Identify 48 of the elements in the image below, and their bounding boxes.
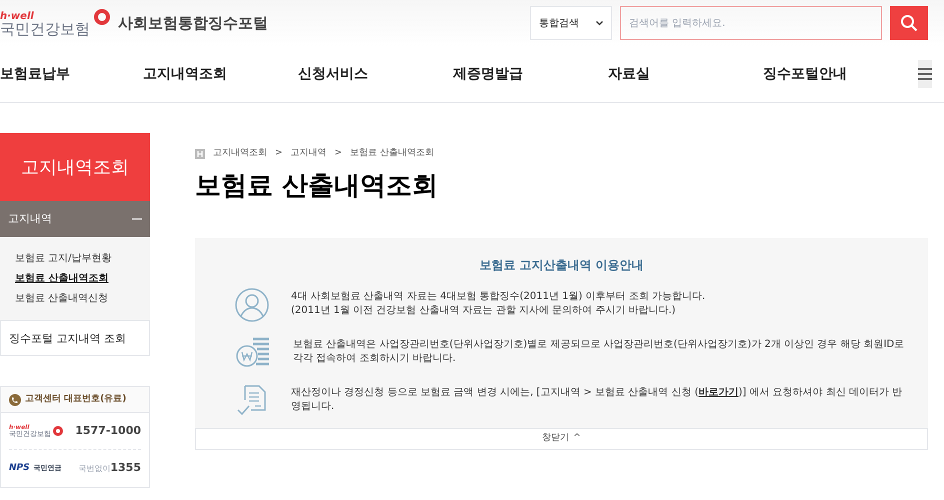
nav-link[interactable]: 징수포털안내	[763, 64, 918, 84]
sidebar-item[interactable]: 보험료 산출내역조회	[15, 271, 135, 286]
shortcut-link[interactable]: 바로가기	[698, 386, 739, 398]
coin-stack-icon	[235, 336, 271, 370]
sidebar-title: 고지내역조회	[0, 133, 150, 201]
nav-link[interactable]: 고지내역조회	[143, 64, 298, 84]
notice-text: 보험료 산출내역은 사업장관리번호(단위사업장기호)별로 제공되므로 사업장관리번호(단위사업장기호)가 2개 이상인 경우 해당 회원ID로 각각 접속하여 조회하시기 바랍니다.	[293, 338, 906, 366]
logo-tag: h·well	[0, 12, 90, 22]
close-button[interactable]: 창닫기 ^	[195, 428, 928, 450]
person-icon	[235, 288, 269, 322]
caret-icon: ^	[573, 432, 581, 446]
logo-mark-icon	[94, 9, 110, 25]
nav-link[interactable]: 자료실	[608, 64, 763, 84]
menu-icon	[918, 68, 932, 80]
nav-link[interactable]: 보험료납부	[0, 64, 143, 84]
search-scope-select[interactable]: 통합검색	[530, 6, 612, 40]
breadcrumb-link[interactable]: 보험료 산출내역조회	[350, 147, 434, 160]
phone-prefix: 국번없이	[78, 463, 110, 476]
nav-link[interactable]: 제증명발급	[453, 64, 608, 84]
phone-number: 1577-1000	[75, 422, 141, 439]
logo-tag: NPS	[9, 462, 30, 476]
notice-text: 4대 사회보험료 산출내역 자료는 4대보험 통합징수(2011년 1월) 이후부터 조회 가능합니다.	[291, 290, 706, 304]
notice-text: (2011년 1월 이전 건강보험 산출내역 자료는 관할 지사에 문의하여 주시기 바랍니다.)	[291, 304, 677, 318]
menu-button[interactable]	[918, 60, 932, 88]
sidebar-item[interactable]: 징수포털 고지내역 조회	[0, 320, 150, 356]
sidebar-item[interactable]: 보험료 고지/납부현황	[15, 251, 135, 266]
home-icon	[195, 148, 205, 159]
breadcrumb-separator: >	[334, 147, 342, 160]
sidebar-item[interactable]: 보험료 산출내역신청	[15, 291, 135, 306]
phone-number: 1355	[110, 460, 141, 476]
page-title: 보험료 산출내역조회	[195, 170, 440, 202]
search-button[interactable]	[890, 6, 928, 40]
contact-title: 고객센터 대표번호(유료)	[25, 392, 126, 406]
phone-icon	[9, 394, 21, 406]
sidebar-group-header[interactable]: 고지내역	[0, 201, 150, 237]
breadcrumb-link[interactable]: 고지내역조회	[213, 147, 267, 160]
logo-mark-icon	[53, 426, 63, 436]
notice-title: 보험료 고지산출내역 이용안내	[478, 256, 645, 274]
breadcrumb-link[interactable]: 고지내역	[290, 147, 327, 160]
document-check-icon	[235, 384, 269, 418]
logo-name: 국민건강보험	[0, 22, 90, 37]
search-field[interactable]: 검색어를 입력하세요.	[620, 6, 882, 40]
notice-text: 재산정이나 경정신청 등으로 보험료 금액 변경 시에는, [고지내역 > 보험료 산출내역 신청 (바로가기)] 에서 요청하셔야 최신 데이터가 반영됩니다.	[291, 386, 904, 414]
breadcrumb-separator: >	[275, 147, 283, 160]
nav-link[interactable]: 신청서비스	[298, 64, 453, 84]
portal-title: 사회보험통합징수포털	[118, 12, 268, 34]
caret-icon	[596, 20, 603, 26]
search-icon	[900, 14, 918, 32]
